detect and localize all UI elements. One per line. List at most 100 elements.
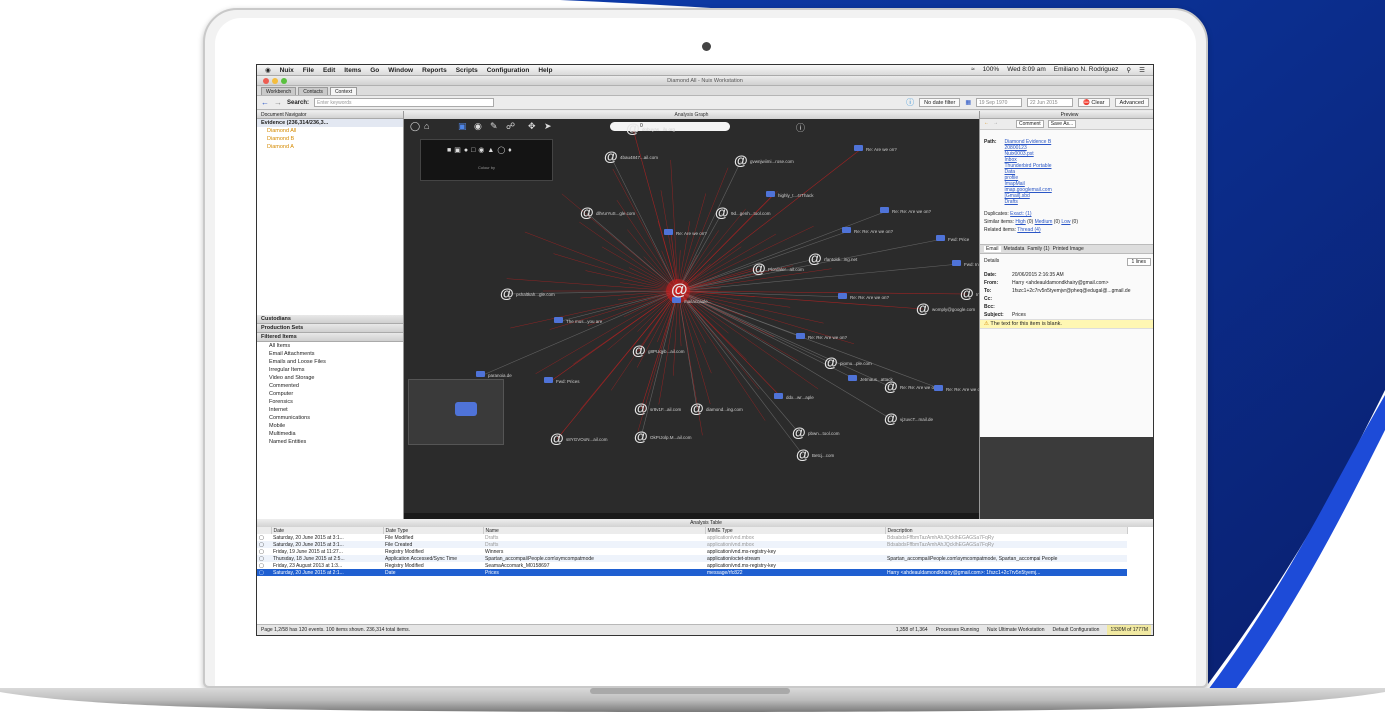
menu-reports[interactable]: Reports [422, 67, 447, 74]
email-node-icon[interactable] [766, 191, 775, 197]
details-format-select[interactable]: 1 lines [1126, 258, 1151, 266]
address-node-icon[interactable]: @ [632, 343, 646, 357]
table-row[interactable]: ▢ Friday, 19 June 2015 at 11:27... Registr… [257, 548, 1127, 555]
row-checkbox[interactable]: ▢ [257, 534, 271, 541]
address-node-icon[interactable]: @ [884, 411, 898, 425]
filter-item[interactable]: Named Entities [257, 438, 403, 446]
email-node-icon[interactable] [664, 229, 673, 235]
menu-scripts[interactable]: Scripts [456, 67, 478, 74]
apple-icon[interactable]: ◉ [265, 66, 271, 74]
tab-contacts[interactable]: Contacts [298, 86, 328, 95]
date-to-field[interactable]: 22 Jun 2015 [1026, 98, 1073, 107]
tab-workbench[interactable]: Workbench [261, 86, 297, 95]
processes-indicator[interactable]: Processes Running [936, 625, 979, 635]
save-as-button[interactable]: Save As... [1047, 120, 1077, 128]
details-label[interactable]: Details [984, 258, 999, 266]
menu-help[interactable]: Help [538, 67, 552, 74]
forward-arrow-icon[interactable]: → [993, 120, 998, 128]
address-node-icon[interactable]: @ [824, 355, 838, 369]
address-node-icon[interactable]: @ [550, 431, 564, 445]
evidence-item[interactable]: Diamond A [257, 143, 403, 151]
tab-context[interactable]: Context [329, 86, 358, 95]
wifi-icon[interactable]: ≈ [971, 66, 975, 74]
row-checkbox[interactable]: ▢ [257, 569, 271, 576]
menu-configuration[interactable]: Configuration [487, 67, 530, 74]
table-row[interactable]: ▢ Saturday, 20 June 2015 at 3:1... File Cr… [257, 541, 1127, 548]
hub-address-node-icon[interactable]: @ [671, 281, 688, 298]
tab-email[interactable]: Email [984, 246, 1001, 252]
filter-item[interactable]: Email Attachments [257, 350, 403, 358]
email-node-icon[interactable] [880, 207, 889, 213]
similar-medium-link[interactable]: Medium [1035, 219, 1053, 225]
filter-item[interactable]: All Items [257, 342, 403, 350]
email-node-icon[interactable] [554, 317, 563, 323]
filter-item[interactable]: Mobile [257, 422, 403, 430]
filter-item[interactable]: Forensics [257, 398, 403, 406]
clear-button[interactable]: ⛔ Clear [1077, 98, 1110, 107]
column-description[interactable]: Description [885, 527, 1128, 534]
address-node-icon[interactable]: @ [626, 121, 640, 135]
similar-high-link[interactable]: High [1015, 219, 1025, 225]
filter-item[interactable]: Commented [257, 382, 403, 390]
notification-icon[interactable]: ☰ [1139, 66, 1145, 74]
graph-home-icon[interactable]: ⌂ [424, 121, 429, 131]
filter-item[interactable]: Multimedia [257, 430, 403, 438]
email-node-icon[interactable] [544, 377, 553, 383]
filter-item[interactable]: Computer [257, 390, 403, 398]
menu-window[interactable]: Window [388, 67, 413, 74]
address-node-icon[interactable]: @ [690, 401, 704, 415]
configuration-name[interactable]: Default Configuration [1052, 625, 1099, 635]
date-filter-dropdown[interactable]: No date filter [919, 98, 961, 107]
email-node-icon[interactable] [774, 393, 783, 399]
tab-metadata[interactable]: Metadata [1004, 246, 1025, 252]
node-palette[interactable]: ■▣●□◉▲◯♦ Colour by [420, 139, 553, 181]
address-node-icon[interactable]: @ [960, 286, 974, 300]
address-node-icon[interactable]: @ [500, 286, 514, 300]
address-node-icon[interactable]: @ [604, 149, 618, 163]
email-node-icon[interactable] [952, 260, 961, 266]
filter-item[interactable]: Emails and Loose Files [257, 358, 403, 366]
email-node-icon[interactable] [796, 333, 805, 339]
graph-help-icon[interactable]: ⓘ [796, 121, 805, 134]
email-node-icon[interactable] [854, 145, 863, 151]
path-item[interactable]: Drafts [1005, 199, 1052, 205]
graph-move-icon[interactable]: ✥ [528, 121, 536, 132]
related-thread-link[interactable]: Thread (4) [1017, 227, 1040, 233]
menu-app[interactable]: Nuix [280, 67, 294, 74]
graph-view-icon[interactable]: ◉ [474, 121, 482, 132]
menu-items[interactable]: Items [344, 67, 361, 74]
section-production-sets[interactable]: Production Sets [257, 324, 403, 333]
battery-percent[interactable]: 100% [983, 66, 1000, 74]
filter-item[interactable]: Irregular Items [257, 366, 403, 374]
help-icon[interactable]: ⓘ [906, 97, 914, 108]
spotlight-icon[interactable]: ⚲ [1126, 66, 1131, 74]
tab-family[interactable]: Family (1) [1027, 246, 1049, 252]
section-custodians[interactable]: Custodians [257, 315, 403, 324]
address-node-icon[interactable]: @ [634, 401, 648, 415]
back-arrow-icon[interactable]: ← [984, 120, 989, 128]
table-row[interactable]: ▢ Friday, 23 August 2013 at 1:3... Registr… [257, 562, 1127, 569]
column-date[interactable]: Date [271, 527, 384, 534]
table-row[interactable]: ▢ Saturday, 20 June 2015 at 2:1... Date Pri… [257, 569, 1127, 576]
row-checkbox[interactable]: ▢ [257, 548, 271, 555]
address-node-icon[interactable]: @ [884, 379, 898, 393]
menu-go[interactable]: Go [370, 67, 379, 74]
graph-pen-icon[interactable]: ✎ [490, 121, 498, 132]
back-arrow-icon[interactable]: ← [261, 98, 269, 107]
date-from-field[interactable]: 19 Sep 1970 [975, 98, 1022, 107]
address-node-icon[interactable]: @ [808, 251, 822, 265]
evidence-item[interactable]: Diamond All [257, 127, 403, 135]
calendar-icon[interactable]: ▦ [965, 99, 971, 106]
row-checkbox[interactable]: ▢ [257, 541, 271, 548]
address-node-icon[interactable]: @ [796, 447, 810, 461]
table-row[interactable]: ▢ Thursday, 18 June 2015 at 2:5... Applica… [257, 555, 1127, 562]
graph-pointer-icon[interactable]: ➤ [544, 121, 552, 132]
duplicates-link[interactable]: Exact: (1) [1010, 211, 1031, 217]
column-date-type[interactable]: Date Type [383, 527, 484, 534]
email-node-icon[interactable] [848, 375, 857, 381]
email-node-icon[interactable] [838, 293, 847, 299]
graph-zoom-icon[interactable]: ◯ [410, 121, 420, 132]
select-column[interactable] [257, 527, 272, 534]
filter-item[interactable]: Communications [257, 414, 403, 422]
address-node-icon[interactable]: @ [792, 425, 806, 439]
